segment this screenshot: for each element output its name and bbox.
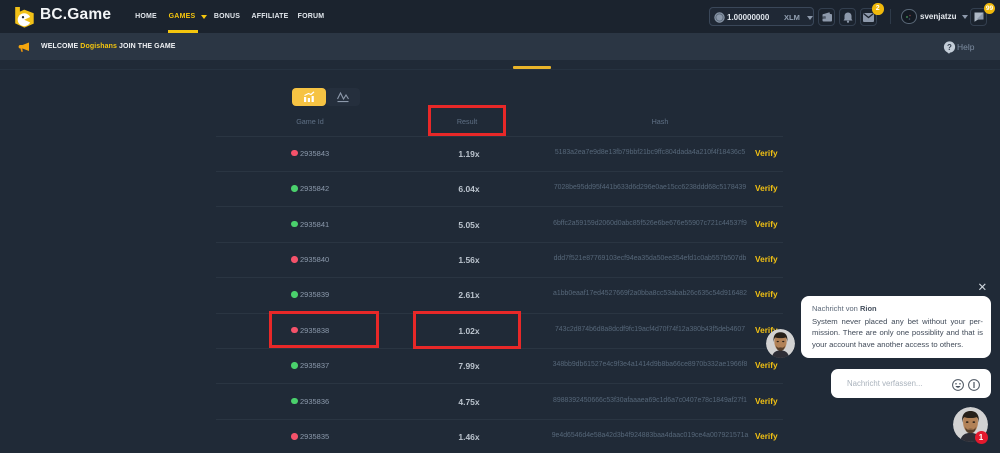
svg-text:?: ?: [947, 43, 952, 52]
